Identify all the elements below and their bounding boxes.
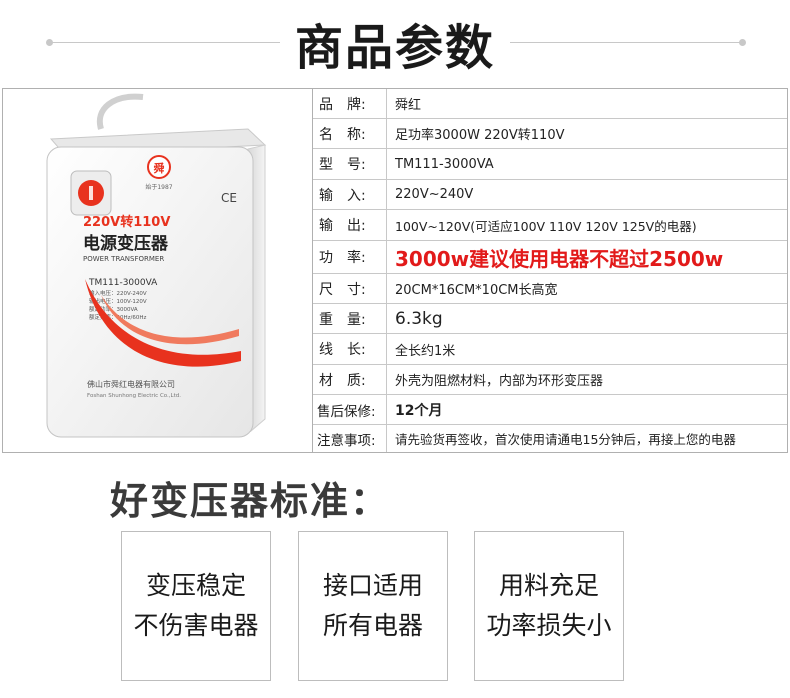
feature-card: 变压稳定 不伤害电器 [121,531,271,681]
feature-card: 用料充足 功率损失小 [474,531,624,681]
product-name-label: 电源变压器 [83,233,169,254]
spec-key: 材 质: [313,365,387,394]
spec-value: TM111-3000VA [395,156,494,172]
spec-value: 20CM*16CM*10CM长高宽 [395,283,558,298]
feature-line: 用料充足 [498,571,599,600]
ce-mark: CE [221,191,237,205]
page-title: 商品参数 [294,20,495,76]
page-header: 商品参数 [0,0,790,80]
spec-value-highlight: 3000w建议使用电器不超过2500w [395,246,724,271]
spec-row-input: 输 入: 220V~240V [313,180,787,210]
spec-value: 12个月 [395,402,443,419]
product-model-label: TM111-3000VA [88,278,158,288]
spec-row-output: 输 出: 100V~120V(可适应100V 110V 120V 125V的电器… [313,210,787,241]
spec-row-name: 名 称: 足功率3000W 220V转110V [313,119,787,149]
product-image-cell: 舜 始于1987 CE 220V转110V 电源变压器 POWER TRANSF… [3,89,313,452]
spec-key: 售后保修: [313,395,387,424]
spec-row-power: 功 率: 3000w建议使用电器不超过2500w [313,241,787,274]
spec-key: 注意事项: [313,425,387,452]
spec-value: 全长约1米 [395,343,456,359]
product-name-en: POWER TRANSFORMER [83,255,164,263]
spec-table: 舜 始于1987 CE 220V转110V 电源变压器 POWER TRANSF… [2,88,788,453]
maker-en-label: Foshan Shunhong Electric Co.,Ltd. [87,393,181,399]
spec-row-model: 型 号: TM111-3000VA [313,149,787,180]
spec-key: 输 出: [313,210,387,240]
section-title: 好变压器标准： [110,479,391,523]
spec-value: 100V~120V(可适应100V 110V 120V 125V的电器) [395,218,697,234]
product-image: 舜 始于1987 CE 220V转110V 电源变压器 POWER TRANSF… [46,93,267,438]
spec-row-material: 材 质: 外壳为阻燃材料，内部为环形变压器 [313,365,787,395]
feature-line: 功率损失小 [486,611,612,640]
spec-key: 线 长: [313,334,387,364]
product-voltage-label: 220V转110V [83,214,170,230]
spec-value: 足功率3000W 220V转110V [395,128,565,143]
logo-caption: 始于1987 [145,183,172,191]
spec-key: 功 率: [313,241,387,273]
spec-value: 外壳为阻燃材料，内部为环形变压器 [395,374,604,389]
spec-row-brand: 品 牌: 舜红 [313,89,787,119]
spec-row-notice: 注意事项: 请先验货再签收，首次使用请通电15分钟后，再接上您的电器 [313,425,787,452]
spec-row-cable: 线 长: 全长约1米 [313,334,787,365]
title-divider-right [510,39,746,46]
feature-line: 变压稳定 [145,571,246,600]
spec-value: 请先验货再签收，首次使用请通电15分钟后，再接上您的电器 [395,432,736,447]
spec-key: 尺 寸: [313,274,387,303]
maker-label: 佛山市舜红电器有限公司 [87,379,175,389]
spec-row-warranty: 售后保修: 12个月 [313,395,787,425]
feature-line: 接口适用 [322,571,423,600]
spec-key: 重 量: [313,304,387,333]
logo-char: 舜 [154,161,165,175]
spec-value: 舜红 [395,98,422,113]
feature-line: 所有电器 [322,611,423,640]
spec-key: 名 称: [313,119,387,148]
product-spec-line: 输入电压：220V-240V [89,289,147,297]
spec-key: 输 入: [313,180,387,209]
feature-card: 接口适用 所有电器 [298,531,448,681]
spec-value: 6.3kg [395,308,443,329]
feature-line: 不伤害电器 [133,611,259,640]
spec-key: 品 牌: [313,89,387,118]
spec-row-weight: 重 量: 6.3kg [313,304,787,334]
spec-key: 型 号: [313,149,387,179]
spec-value: 220V~240V [395,187,474,202]
spec-row-size: 尺 寸: 20CM*16CM*10CM长高宽 [313,274,787,304]
